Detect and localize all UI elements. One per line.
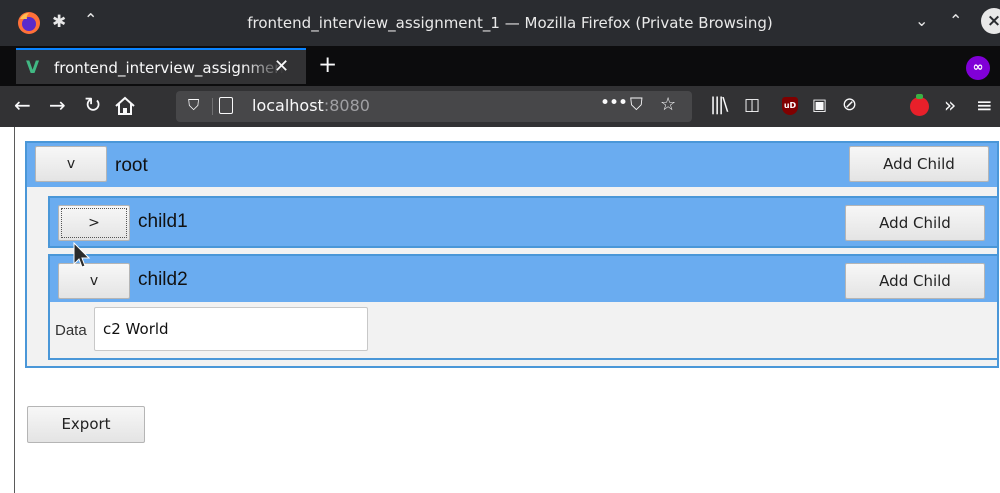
tree-node-child2: v child2 Add Child Data c2 World <box>48 254 999 360</box>
node-header-root: v root Add Child <box>27 143 997 187</box>
window-titlebar: ✱ ⌃ frontend_interview_assignment_1 — Mo… <box>0 0 1000 46</box>
ublock-origin-icon[interactable]: uD <box>782 97 798 115</box>
toggle-button-child2[interactable]: v <box>58 263 130 299</box>
hamburger-menu-icon[interactable]: ≡ <box>976 94 993 116</box>
toggle-button-root[interactable]: v <box>35 146 107 182</box>
tab-close-icon[interactable]: ✕ <box>274 56 289 77</box>
url-bar[interactable]: ⛉ localhost:8080 ••• ⛉ ☆ <box>176 91 692 122</box>
tracking-shield-icon[interactable]: ⛉ <box>188 96 199 114</box>
pocket-icon[interactable]: ⛉ <box>630 95 643 115</box>
bookmark-star-icon[interactable]: ☆ <box>660 94 676 115</box>
add-child-button-child1[interactable]: Add Child <box>845 205 985 241</box>
maximize-icon[interactable]: ⌃ <box>949 11 962 30</box>
forward-icon[interactable]: → <box>49 94 66 116</box>
minimize-icon[interactable]: ⌄ <box>915 11 928 30</box>
new-tab-icon[interactable]: + <box>318 52 337 78</box>
tab-active[interactable]: V frontend_interview_assignment_1 ✕ <box>16 48 306 84</box>
reload-icon[interactable]: ↻ <box>84 94 102 116</box>
tomato-timer-icon[interactable] <box>910 94 929 116</box>
data-label: Data <box>55 322 87 339</box>
tree-node-root: v root Add Child > child1 Add Child v ch… <box>25 141 999 368</box>
tree-node-child1: > child1 Add Child <box>48 196 999 248</box>
mouse-cursor-icon <box>73 242 91 268</box>
export-button[interactable]: Export <box>27 406 145 443</box>
sidebar-icon[interactable]: ◫ <box>744 94 760 116</box>
url-divider <box>212 98 213 115</box>
page-actions-icon[interactable]: ••• <box>600 93 628 113</box>
nav-toolbar: ← → ↻ ⛉ localhost:8080 ••• ⛉ ☆ |||\ ◫ uD… <box>0 86 1000 127</box>
close-window-icon[interactable]: × <box>981 8 1000 34</box>
node-header-child1: > child1 Add Child <box>50 198 997 246</box>
window-title: frontend_interview_assignment_1 — Mozill… <box>247 14 773 32</box>
node-name-child2: child2 <box>138 269 188 290</box>
node-header-child2: v child2 Add Child <box>50 256 997 304</box>
tab-label: frontend_interview_assignment_1 <box>54 59 284 77</box>
extension-icon[interactable]: ▣ <box>812 94 827 116</box>
url-text[interactable]: localhost:8080 <box>252 96 370 115</box>
toggle-button-child1[interactable]: > <box>58 205 130 241</box>
node-data-row-child2: Data c2 World <box>50 302 997 358</box>
page-content: v root Add Child > child1 Add Child v ch… <box>14 127 1000 493</box>
add-child-button-root[interactable]: Add Child <box>849 146 989 182</box>
tab-strip: V frontend_interview_assignment_1 ✕ + ∞ <box>0 46 1000 86</box>
private-browsing-icon: ∞ <box>966 56 990 80</box>
page-info-icon[interactable] <box>219 97 233 114</box>
overflow-menu-icon[interactable]: » <box>944 94 956 116</box>
blocker-icon[interactable]: ⊘ <box>842 94 857 116</box>
node-name-root: root <box>115 155 148 176</box>
add-child-button-child2[interactable]: Add Child <box>845 263 985 299</box>
node-name-child1: child1 <box>138 211 188 232</box>
vue-favicon-icon: V <box>26 58 40 78</box>
data-input-child2[interactable]: c2 World <box>94 307 368 351</box>
library-icon[interactable]: |||\ <box>710 94 728 116</box>
back-icon[interactable]: ← <box>14 94 31 116</box>
home-icon[interactable] <box>114 96 136 116</box>
